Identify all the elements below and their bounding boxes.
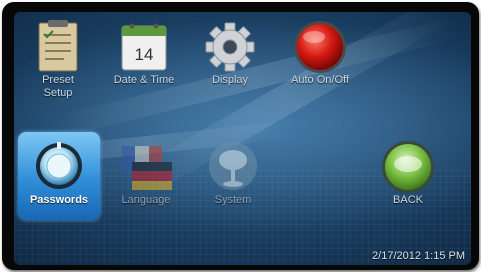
language-button[interactable]: Language xyxy=(104,134,188,226)
date-time-label: Date & Time xyxy=(113,74,175,86)
back-icon xyxy=(382,141,434,193)
calendar-day: 14 xyxy=(135,45,154,64)
system-button[interactable]: System xyxy=(191,134,275,226)
gear-icon xyxy=(205,22,255,72)
power-icon xyxy=(294,21,346,73)
language-label: Language xyxy=(121,194,171,206)
back-button[interactable]: BACK xyxy=(366,134,450,226)
system-label: System xyxy=(214,194,252,206)
flags-icon xyxy=(122,146,172,190)
device-bezel: Preset Setup 14 Date & Time Display Auto… xyxy=(2,2,479,270)
display-button[interactable]: Display xyxy=(188,14,272,106)
touch-screen: Preset Setup 14 Date & Time Display Auto… xyxy=(14,12,471,265)
date-time-button[interactable]: 14 Date & Time xyxy=(102,14,186,106)
auto-on-off-button[interactable]: Auto On/Off xyxy=(278,14,362,106)
passwords-label: Passwords xyxy=(29,194,89,206)
preset-setup-button[interactable]: Preset Setup xyxy=(16,14,100,106)
passwords-button[interactable]: Passwords xyxy=(18,132,100,220)
tree-icon xyxy=(209,142,257,190)
auto-on-off-label: Auto On/Off xyxy=(291,74,349,86)
calendar-icon: 14 xyxy=(121,23,167,71)
back-label: BACK xyxy=(393,194,423,206)
date-time-readout: 2/17/2012 1:15 PM xyxy=(372,250,465,262)
display-label: Display xyxy=(211,74,249,86)
clipboard-icon xyxy=(38,20,78,72)
preset-setup-label: Preset Setup xyxy=(42,74,74,99)
lock-dial-icon xyxy=(36,142,82,189)
